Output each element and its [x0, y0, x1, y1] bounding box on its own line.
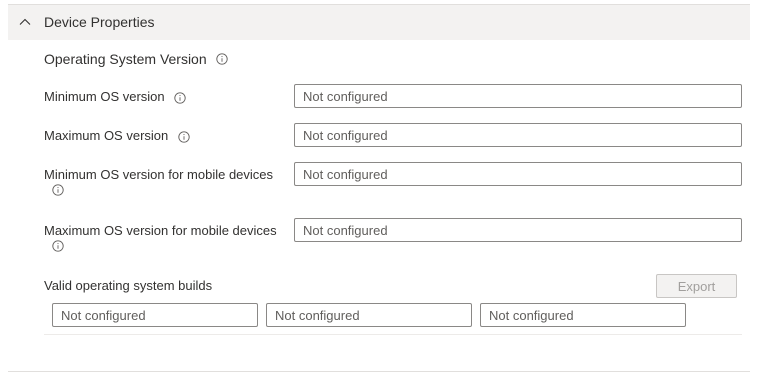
info-icon[interactable]	[52, 240, 64, 252]
section-title: Device Properties	[44, 14, 155, 30]
field-label-text: Minimum OS version	[44, 89, 165, 104]
builds-divider	[44, 334, 742, 335]
os-version-group-title: Operating System Version	[44, 51, 228, 67]
field-label-text: Maximum OS version	[44, 128, 169, 143]
field-label-text: Maximum OS version for mobile devices	[44, 223, 277, 238]
build-description-input[interactable]	[480, 303, 686, 327]
maximum-os-version-mobile-input[interactable]	[294, 218, 742, 242]
build-end-input[interactable]	[266, 303, 472, 327]
minimum-os-version-mobile-input[interactable]	[294, 162, 742, 186]
info-icon[interactable]	[52, 184, 64, 196]
minimum-os-version-label: Minimum OS version	[44, 88, 186, 105]
valid-os-builds-label: Valid operating system builds	[44, 278, 213, 293]
build-start-input[interactable]	[52, 303, 258, 327]
maximum-os-version-input[interactable]	[294, 123, 742, 147]
minimum-os-version-input[interactable]	[294, 84, 742, 108]
chevron-up-icon	[19, 18, 31, 25]
minimum-os-version-mobile-label: Minimum OS version for mobile devices	[44, 166, 273, 196]
export-button[interactable]: Export	[656, 274, 737, 298]
device-properties-section-header[interactable]: Device Properties	[8, 4, 750, 40]
group-title-text: Operating System Version	[44, 51, 207, 67]
maximum-os-version-mobile-label: Maximum OS version for mobile devices	[44, 222, 277, 252]
info-icon[interactable]	[178, 130, 190, 143]
info-icon[interactable]	[174, 91, 186, 104]
info-icon[interactable]	[215, 53, 228, 65]
section-bottom-divider	[8, 371, 750, 372]
maximum-os-version-label: Maximum OS version	[44, 127, 190, 144]
field-label-text: Minimum OS version for mobile devices	[44, 167, 274, 182]
